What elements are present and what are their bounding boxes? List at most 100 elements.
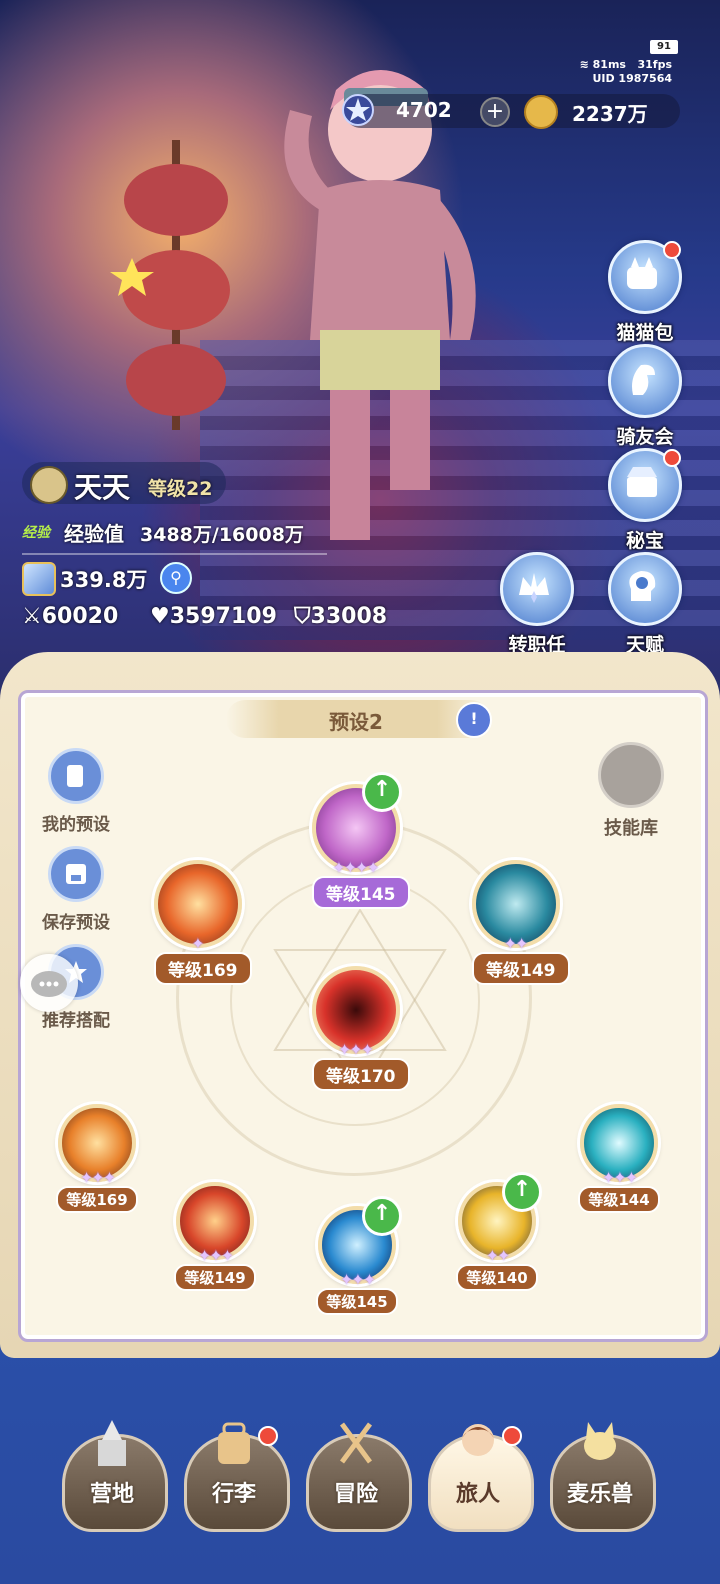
chat-icon	[31, 971, 67, 997]
brain-icon	[608, 552, 682, 626]
skill-slot-1[interactable]: ✦✦✦✦ 等级145 ↑	[312, 772, 410, 909]
player-name: 天天	[74, 471, 131, 504]
skill-stars: ✦✦✦	[337, 1040, 374, 1059]
divider	[22, 553, 327, 555]
nav-tab-traveler[interactable]: 旅人	[428, 1418, 534, 1532]
upgrade-arrow-icon[interactable]: ↑	[502, 1172, 542, 1212]
skill-stars: ✦✦✦✦	[332, 858, 380, 877]
nav-tab-label: 营地	[89, 1482, 134, 1507]
skill-slot-5[interactable]: ✦✦✦ 等级169	[54, 1104, 140, 1213]
notification-dot	[663, 449, 681, 467]
defense-stat: ⛉33008	[294, 604, 387, 629]
attack-value: 60020	[41, 604, 119, 629]
side-button-treasure[interactable]: 秘宝	[608, 448, 682, 553]
network-info: ≋ 81ms 31fps UID 1987564	[580, 58, 672, 86]
backpack-icon	[218, 1422, 250, 1464]
gold-coin-icon	[524, 95, 558, 129]
upgrade-arrow-icon[interactable]: ↑	[362, 1196, 402, 1236]
skill-level: 等级170	[312, 1058, 410, 1091]
skill-level: 等级145	[316, 1288, 398, 1315]
save-preset-button[interactable]: 保存预设	[26, 846, 126, 933]
my-presets-button[interactable]: 我的预设	[26, 748, 126, 835]
floating-chat-button[interactable]	[20, 954, 78, 1012]
skill-level: 等级145	[312, 876, 410, 909]
player-level: 等级22	[148, 478, 213, 500]
preset-info-book-icon[interactable]: !	[456, 702, 492, 738]
skill-level: 等级149	[174, 1264, 256, 1291]
add-currency-button[interactable]: +	[480, 97, 510, 127]
food-skewer-decoration	[110, 140, 230, 430]
skill-slot-7[interactable]: ✦✦✦ 等级145 ↑	[314, 1196, 402, 1315]
combat-power-value: 339.8万	[60, 568, 148, 592]
skill-level: 等级169	[154, 952, 252, 985]
exp-tag: 经验	[22, 525, 50, 541]
skill-stars: ✦	[191, 934, 204, 953]
skill-level: 等级144	[578, 1186, 660, 1213]
nav-tab-luggage[interactable]: 行李	[184, 1418, 290, 1532]
nav-tab-adventure[interactable]: 冒险	[306, 1418, 412, 1532]
nav-tab-label: 行李	[211, 1482, 256, 1507]
nav-tab-camp[interactable]: 营地	[62, 1418, 168, 1532]
cat-bag-icon	[608, 240, 682, 314]
hp-value: 3597109	[169, 604, 277, 629]
skill-slot-8[interactable]: ✦✦ 等级140 ↑	[454, 1172, 542, 1291]
skill-stars: ✦✦	[485, 1246, 511, 1265]
side-button-label: 骑友会	[616, 426, 674, 448]
preset-title: 预设2	[329, 710, 383, 734]
exp-label: 经验值	[64, 522, 124, 546]
horse-icon	[608, 344, 682, 418]
star-gem-icon	[342, 94, 374, 126]
player-emblem-icon	[30, 466, 68, 504]
fps-text: 31fps	[637, 58, 672, 71]
nav-tab-pets[interactable]: 麦乐兽	[550, 1418, 656, 1532]
skill-stars: ✦✦✦	[601, 1168, 638, 1187]
skill-stars: ✦✦✦	[197, 1246, 234, 1265]
ping-text: 81ms	[592, 58, 626, 71]
save-icon	[48, 846, 104, 902]
crown-icon	[500, 552, 574, 626]
cat-pet-icon	[584, 1422, 616, 1460]
nav-tab-label: 麦乐兽	[566, 1482, 633, 1507]
left-button-label: 保存预设	[42, 913, 110, 933]
hp-stat: ♥3597109	[150, 604, 277, 629]
traveler-icon	[462, 1424, 494, 1456]
skill-library-icon	[598, 742, 664, 808]
uid-text: UID 1987564	[592, 72, 672, 85]
side-button-talent[interactable]: 天赋	[608, 552, 682, 657]
crossed-swords-icon: ⚔	[22, 604, 42, 629]
side-button-riders[interactable]: 骑友会	[608, 344, 682, 449]
crossed-swords-icon	[339, 1422, 373, 1464]
notification-dot	[502, 1426, 522, 1446]
skill-stars: ✦✦✦	[339, 1270, 376, 1289]
nav-tab-label: 旅人	[455, 1482, 500, 1507]
power-detail-search-button[interactable]: ⚲	[160, 562, 192, 594]
skill-library-label: 技能库	[604, 818, 658, 839]
skill-slot-9[interactable]: ✦✦✦ 等级144	[576, 1104, 662, 1213]
side-button-label: 猫猫包	[616, 322, 674, 344]
notification-dot	[258, 1426, 278, 1446]
skill-level: 等级149	[472, 952, 570, 985]
skill-library-button[interactable]: 技能库	[596, 742, 666, 840]
left-button-label: 推荐搭配	[42, 1011, 110, 1031]
heart-icon: ♥	[150, 604, 170, 629]
left-button-label: 我的预设	[42, 815, 110, 835]
gold-count: 2237万	[572, 102, 648, 126]
shield-icon: ⛉	[294, 604, 311, 629]
skill-slot-6[interactable]: ✦✦✦ 等级149	[172, 1182, 258, 1291]
side-button-label: 秘宝	[625, 530, 664, 552]
presets-icon	[48, 748, 104, 804]
exp-value: 3488万/16008万	[140, 524, 304, 546]
nav-tab-label: 冒险	[333, 1482, 378, 1507]
combat-power-icon	[22, 562, 56, 596]
skill-level: 等级140	[456, 1264, 538, 1291]
side-button-cat-bag[interactable]: 猫猫包	[608, 240, 682, 345]
treasure-icon	[608, 448, 682, 522]
skill-slot-4[interactable]: ✦✦✦ 等级170	[312, 966, 410, 1091]
skill-slot-3[interactable]: ✦✦ 等级149	[472, 860, 570, 985]
skill-stars: ✦✦	[503, 934, 529, 953]
castle-icon	[98, 1420, 126, 1466]
skill-slot-2[interactable]: ✦ 等级169	[154, 860, 252, 985]
upgrade-arrow-icon[interactable]: ↑	[362, 772, 402, 812]
attack-stat: ⚔60020	[22, 604, 118, 629]
gem-count: 4702	[396, 98, 452, 122]
